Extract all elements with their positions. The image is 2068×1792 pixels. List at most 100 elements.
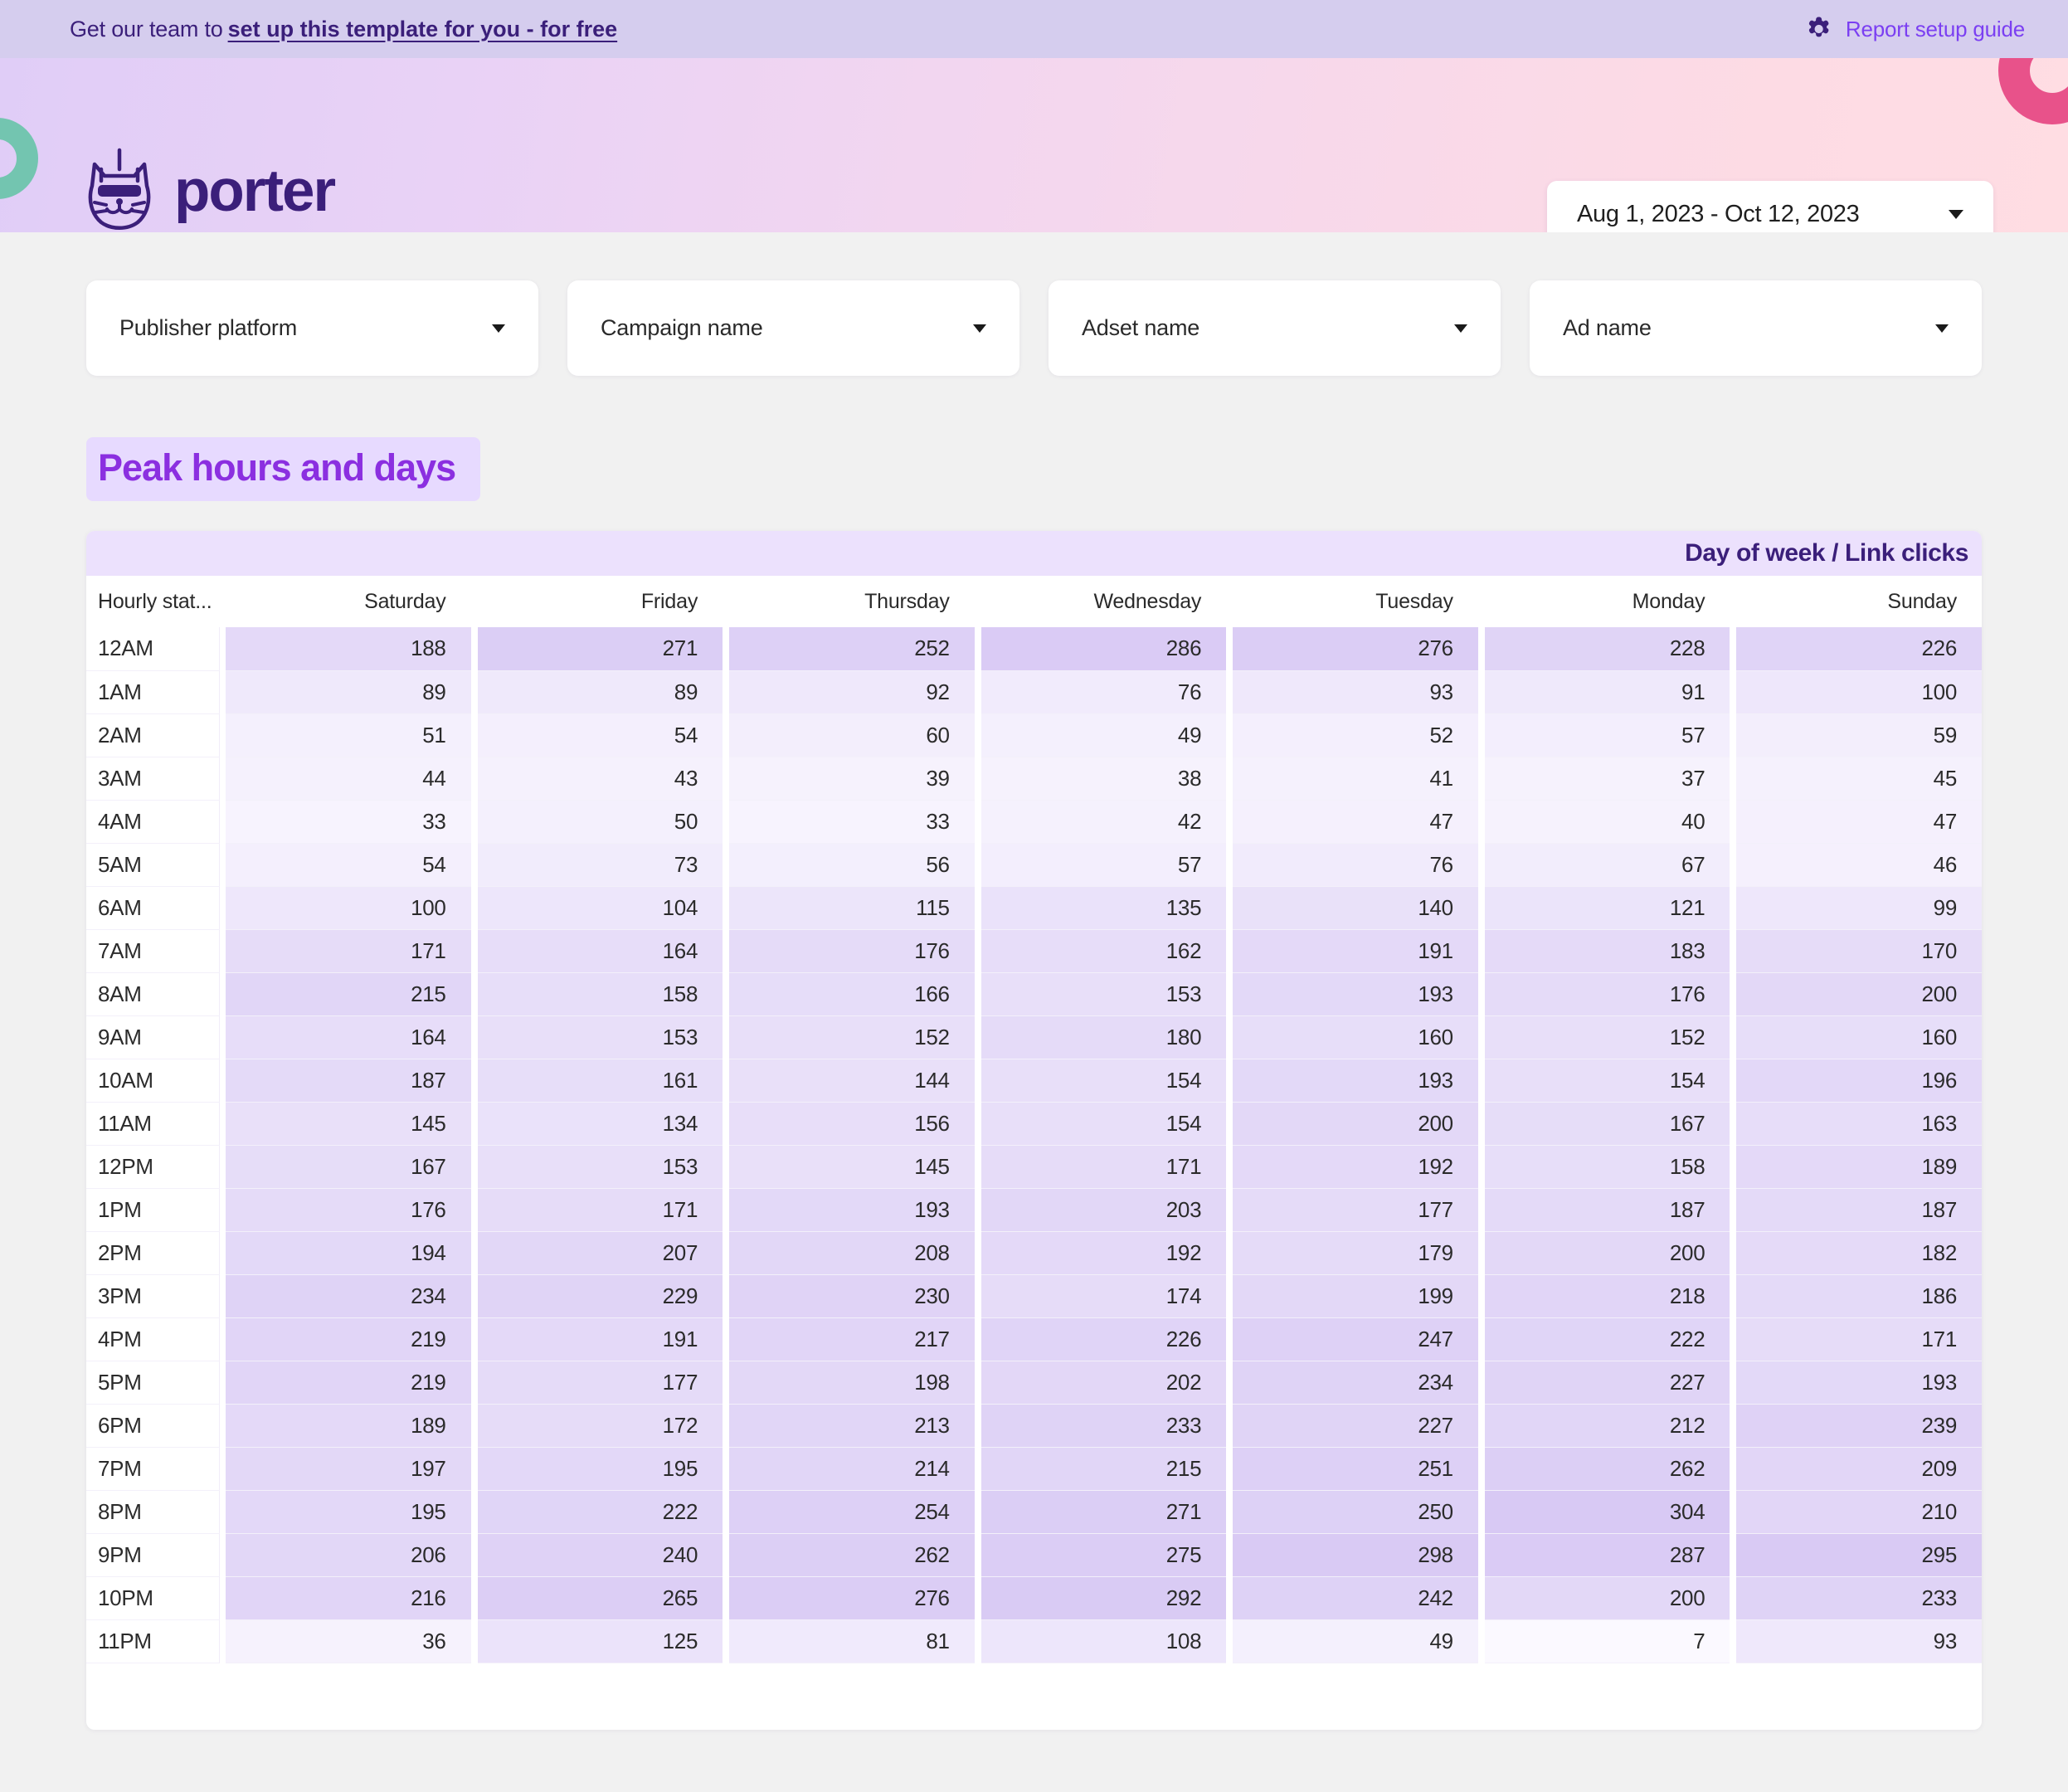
- cell-gap: [1477, 1231, 1485, 1274]
- table-row: 3AM 44 43 39 38 41 37 45: [86, 757, 1982, 801]
- heatmap-cell: 262: [729, 1533, 975, 1577]
- table-row: 11PM 36 125 81 108 49 7 93: [86, 1619, 1982, 1663]
- heatmap-cell: 179: [1233, 1231, 1478, 1275]
- table-row: 12PM 167 153 145 171 192 158 189: [86, 1145, 1982, 1189]
- heatmap-cell: 222: [477, 1490, 723, 1534]
- cell-gap: [723, 886, 730, 929]
- cell-gap: [974, 1059, 981, 1102]
- filter-ad-name[interactable]: Ad name: [1530, 280, 1982, 376]
- filter-publisher-platform[interactable]: Publisher platform: [86, 280, 538, 376]
- cell-gap: [723, 1533, 730, 1576]
- cell-gap: [470, 1015, 478, 1059]
- column-header-hourly-stat: Hourly stat...: [86, 576, 219, 627]
- heatmap-cell: 50: [477, 800, 723, 844]
- cell-gap: [219, 843, 226, 886]
- heatmap-cell: 200: [1736, 972, 1982, 1016]
- cell-gap: [1226, 1361, 1234, 1404]
- row-header-hour: 8PM: [86, 1490, 220, 1534]
- table-row: 9AM 164 153 152 180 160 152 160: [86, 1015, 1982, 1059]
- date-range-picker[interactable]: Aug 1, 2023 - Oct 12, 2023: [1547, 181, 1993, 232]
- cell-gap: [974, 1274, 981, 1317]
- cell-gap: [723, 1274, 730, 1317]
- heatmap-cell: 100: [1736, 670, 1982, 714]
- heatmap-cell: 182: [1736, 1231, 1982, 1275]
- cell-gap: [219, 627, 226, 670]
- heatmap-cell: 108: [980, 1619, 1227, 1663]
- cell-gap: [974, 1576, 981, 1619]
- peak-hours-heatmap-table: Hourly stat... Saturday Friday Thursday Wedn…: [86, 576, 1982, 1663]
- row-header-hour: 3AM: [86, 757, 220, 801]
- table-row: 8PM 195 222 254 271 250 304 210: [86, 1490, 1982, 1534]
- cell-gap: [470, 1145, 478, 1188]
- setup-template-link[interactable]: set up this template for you - for free: [228, 17, 618, 42]
- cell-gap: [219, 1145, 226, 1188]
- row-header-hour: 10AM: [86, 1059, 220, 1103]
- filter-adset-name[interactable]: Adset name: [1049, 280, 1501, 376]
- cell-gap: [1477, 1102, 1485, 1145]
- heatmap-cell: 230: [729, 1274, 975, 1318]
- row-header-hour: 8AM: [86, 972, 220, 1016]
- table-row: 2AM 51 54 60 49 52 57 59: [86, 713, 1982, 757]
- cell-gap: [1730, 800, 1737, 843]
- heatmap-cell: 51: [226, 713, 471, 757]
- cell-gap: [723, 1317, 730, 1361]
- cell-gap: [470, 670, 478, 713]
- cell-gap: [1730, 1059, 1737, 1102]
- cell-gap: [974, 1533, 981, 1576]
- heatmap-cell: 197: [226, 1447, 471, 1491]
- cell-gap: [1730, 1404, 1737, 1447]
- heatmap-cell: 41: [1233, 757, 1478, 801]
- cell-gap: [1730, 670, 1737, 713]
- cell-gap: [723, 1145, 730, 1188]
- cell-gap: [470, 1447, 478, 1490]
- cell-gap: [723, 1404, 730, 1447]
- heatmap-cell: 222: [1484, 1317, 1730, 1361]
- heatmap-cell: 177: [477, 1361, 723, 1405]
- cell-gap: [219, 713, 226, 757]
- heatmap-cell: 125: [477, 1619, 723, 1663]
- heatmap-cell: 189: [1736, 1145, 1982, 1189]
- heatmap-cell: 187: [226, 1059, 471, 1103]
- heatmap-cell: 161: [477, 1059, 723, 1103]
- heatmap-cell: 164: [226, 1015, 471, 1059]
- cell-gap: [470, 929, 478, 972]
- heatmap-cell: 81: [729, 1619, 975, 1663]
- heatmap-cell: 200: [1484, 1576, 1730, 1620]
- cell-gap: [219, 800, 226, 843]
- cell-gap: [470, 627, 478, 670]
- cell-gap: [1226, 627, 1234, 670]
- heatmap-cell: 216: [226, 1576, 471, 1620]
- cell-gap: [1730, 1490, 1737, 1533]
- cell-gap: [470, 1059, 478, 1102]
- heatmap-cell: 45: [1736, 757, 1982, 801]
- filter-campaign-name[interactable]: Campaign name: [567, 280, 1019, 376]
- table-row: 3PM 234 229 230 174 199 218 186: [86, 1274, 1982, 1318]
- date-range-value: Aug 1, 2023 - Oct 12, 2023: [1577, 200, 1860, 227]
- heatmap-cell: 215: [980, 1447, 1227, 1491]
- heatmap-cell: 271: [477, 627, 723, 671]
- report-setup-guide-button[interactable]: Report setup guide: [1804, 15, 2025, 43]
- heatmap-cell: 54: [226, 843, 471, 887]
- heatmap-band-title: Day of week / Link clicks: [1685, 539, 1968, 567]
- cell-gap: [723, 800, 730, 843]
- row-header-hour: 5PM: [86, 1361, 220, 1405]
- heatmap-cell: 219: [226, 1317, 471, 1361]
- cell-gap: [470, 1231, 478, 1274]
- heatmap-cell: 271: [980, 1490, 1227, 1534]
- heatmap-cell: 202: [980, 1361, 1227, 1405]
- cell-gap: [219, 1015, 226, 1059]
- heatmap-cell: 46: [1736, 843, 1982, 887]
- heatmap-cell: 47: [1233, 800, 1478, 844]
- heatmap-cell: 47: [1736, 800, 1982, 844]
- heatmap-cell: 104: [477, 886, 723, 930]
- cell-gap: [1477, 1619, 1485, 1663]
- table-row: 7PM 197 195 214 215 251 262 209: [86, 1447, 1982, 1491]
- heatmap-cell: 144: [729, 1059, 975, 1103]
- cell-gap: [1477, 1576, 1485, 1619]
- heatmap-cell: 186: [1736, 1274, 1982, 1318]
- cell-gap: [470, 1533, 478, 1576]
- heatmap-cell: 89: [226, 670, 471, 714]
- cell-gap: [974, 757, 981, 800]
- column-gap: [974, 576, 981, 627]
- cell-gap: [974, 972, 981, 1015]
